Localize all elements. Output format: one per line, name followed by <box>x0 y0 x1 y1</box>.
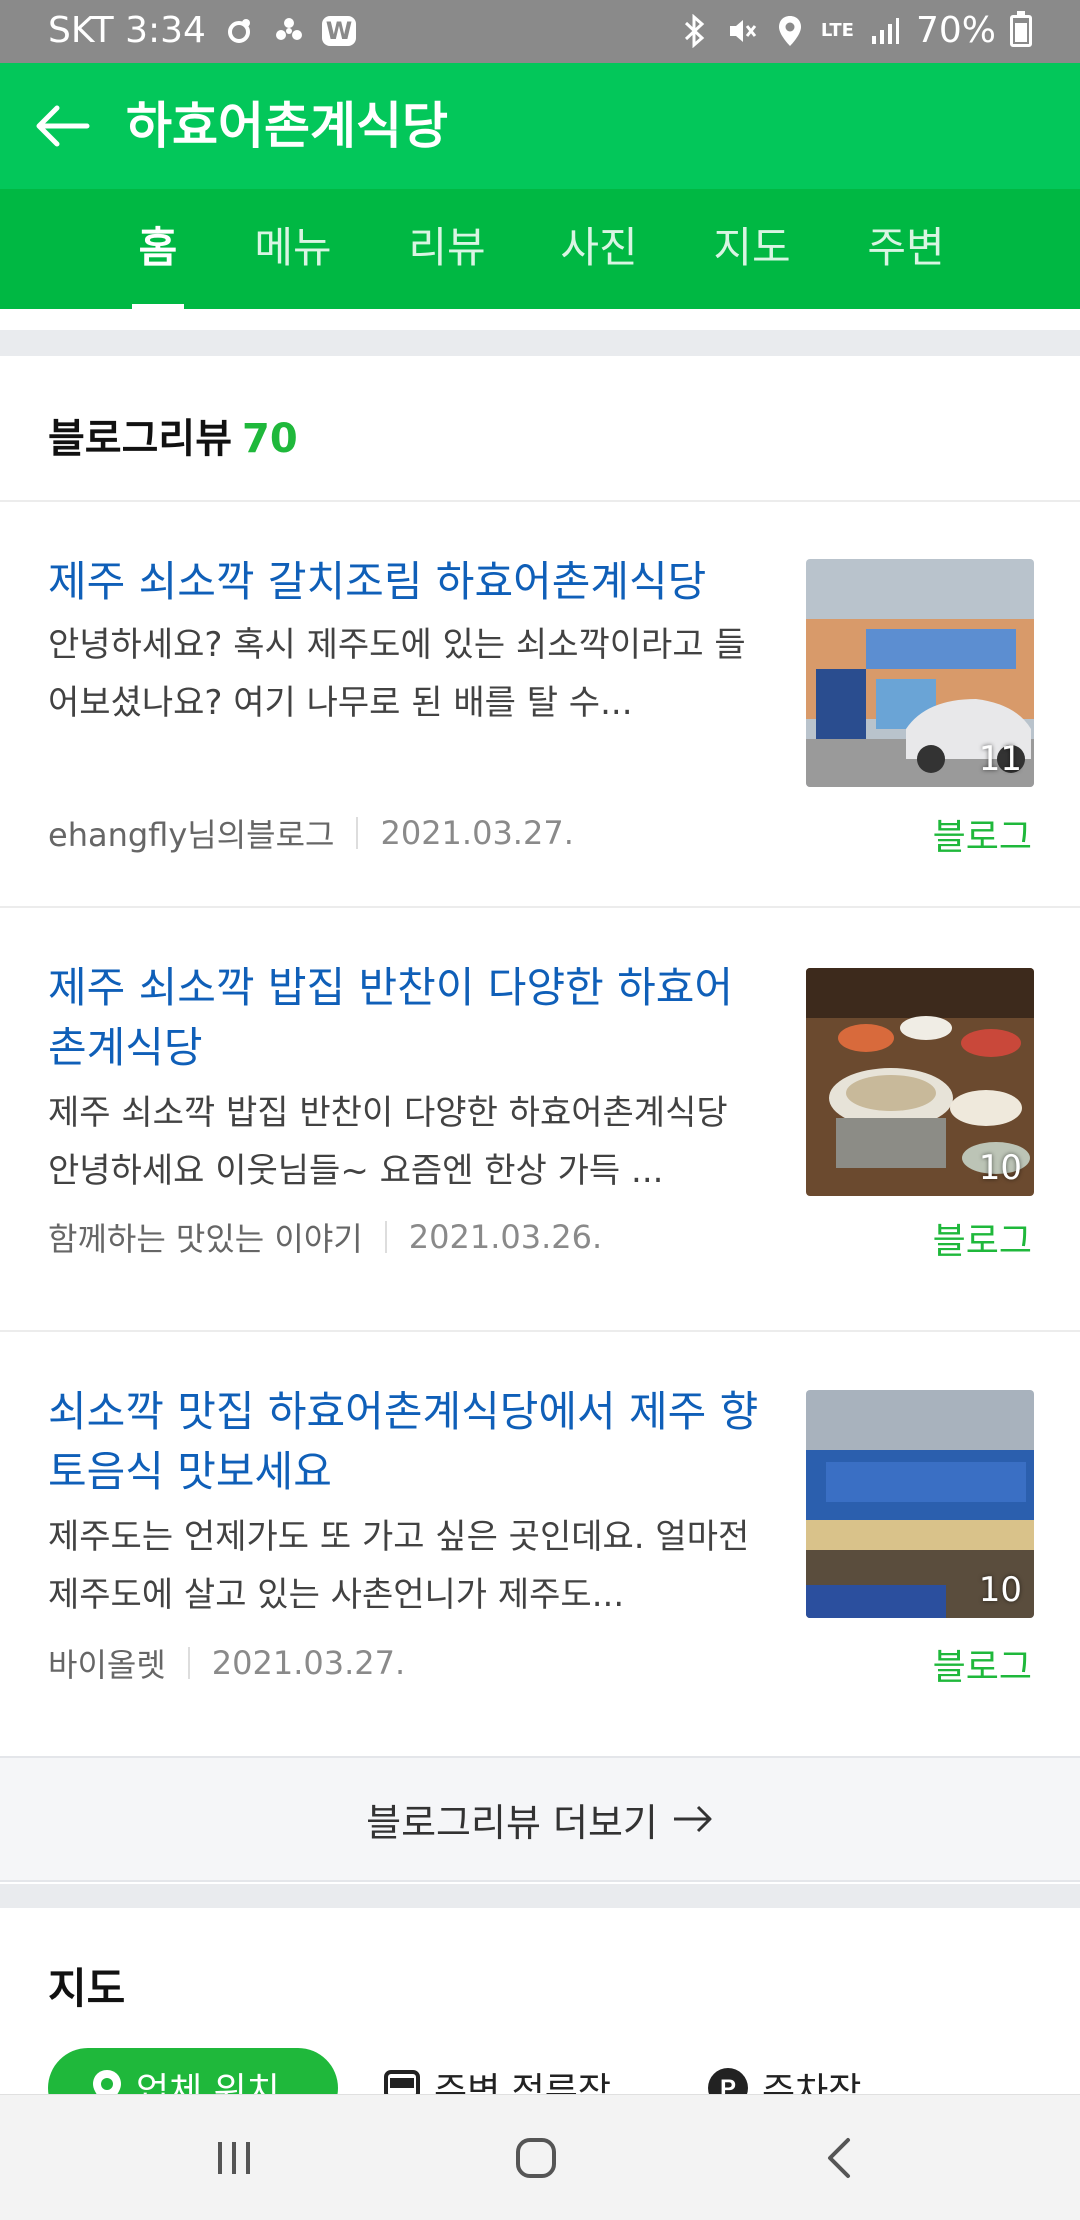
tab-menu[interactable]: 메뉴 <box>233 189 353 309</box>
tab-reviews[interactable]: 리뷰 <box>387 189 507 309</box>
photo-count: 10 <box>978 1148 1022 1188</box>
tab-home[interactable]: 홈 <box>98 189 218 309</box>
post-snippet: 안녕하세요? 혹시 제주도에 있는 쇠소깍이라고 들어보셨나요? 여기 나무로 … <box>48 625 746 723</box>
spacer <box>0 309 1080 312</box>
assistant-icon <box>222 14 256 48</box>
post-author: 함께하는 맛있는 이야기 <box>48 1220 363 1258</box>
post-thumbnail[interactable]: 10 <box>806 968 1034 1196</box>
tab-nearby[interactable]: 주변 <box>846 189 966 309</box>
post-type-label: 블로그 <box>932 1647 1032 1688</box>
section-separator <box>0 1884 1080 1908</box>
blog-post[interactable]: 쇠소깍 맛집 하효어촌계식당에서 제주 향토음식 맛보세요 제주도는 언제가도 … <box>0 1332 1080 1756</box>
post-meta: ehangfly님의블로그 2021.03.27. <box>48 810 574 856</box>
battery-icon <box>1010 10 1032 47</box>
more-blog-reviews-label: 블로그리뷰 더보기 <box>366 1800 658 1845</box>
back-button[interactable] <box>24 91 100 161</box>
page-title: 하효어촌계식당 <box>126 97 448 155</box>
photo-count: 10 <box>978 1570 1022 1610</box>
recent-apps-button[interactable] <box>194 2125 274 2191</box>
post-snippet: 제주도는 언제가도 또 가고 싶은 곳인데요. 얼마전 제주도에 살고 있는 사… <box>48 1517 750 1615</box>
system-back-button[interactable] <box>798 2125 878 2191</box>
meta-separator <box>187 1647 190 1679</box>
blog-review-count: 70 <box>242 416 298 462</box>
app-bar: 하효어촌계식당 <box>0 63 1080 189</box>
post-snippet: 제주 쇠소깍 밥집 반찬이 다양한 하효어촌계식당 안녕하세요 이웃님들~ 요즘… <box>48 1093 728 1191</box>
fan-icon <box>272 14 306 48</box>
photo-count: 11 <box>978 739 1022 779</box>
chevron-left-icon <box>828 2138 850 2178</box>
recent-apps-icon <box>218 2142 250 2174</box>
post-thumbnail[interactable]: 10 <box>806 1390 1034 1618</box>
post-meta: 함께하는 맛있는 이야기 2021.03.26. <box>48 1214 602 1260</box>
blog-review-title: 블로그리뷰 <box>48 416 232 462</box>
tab-map[interactable]: 지도 <box>692 189 812 309</box>
meta-separator <box>356 817 359 849</box>
post-type-label: 블로그 <box>932 817 1032 858</box>
bluetooth-icon <box>677 13 711 48</box>
location-icon <box>773 14 807 48</box>
map-section-title: 지도 <box>48 1964 126 2013</box>
post-meta: 바이올렛 2021.03.27. <box>48 1640 405 1686</box>
section-separator <box>0 330 1080 356</box>
carrier-time: SKT 3:34 <box>48 10 206 51</box>
post-title[interactable]: 제주 쇠소깍 갈치조림 하효어촌계식당 <box>48 552 768 612</box>
blog-post[interactable]: 제주 쇠소깍 밥집 반찬이 다양한 하효어촌계식당 제주 쇠소깍 밥집 반찬이 … <box>0 908 1080 1330</box>
post-author: 바이올렛 <box>48 1646 166 1684</box>
status-bar: SKT 3:34 W LTE 70% <box>0 0 1080 63</box>
back-arrow-icon <box>36 105 90 147</box>
post-title[interactable]: 쇠소깍 맛집 하효어촌계식당에서 제주 향토음식 맛보세요 <box>48 1382 768 1502</box>
tab-photos[interactable]: 사진 <box>539 189 659 309</box>
meta-separator <box>384 1221 387 1253</box>
post-date: 2021.03.26. <box>408 1218 603 1256</box>
home-button[interactable] <box>496 2125 576 2191</box>
post-type-label: 블로그 <box>932 1221 1032 1262</box>
arrow-right-icon <box>673 1805 712 1833</box>
battery-percent: 70% <box>915 10 996 51</box>
tab-bar: 홈 메뉴 리뷰 사진 지도 주변 <box>0 189 1080 309</box>
post-date: 2021.03.27. <box>380 814 574 852</box>
post-date: 2021.03.27. <box>211 1644 406 1682</box>
system-navigation-bar <box>0 2094 1080 2220</box>
mute-icon <box>725 14 759 48</box>
blog-review-header: 블로그리뷰 70 <box>48 406 298 464</box>
post-thumbnail[interactable]: 11 <box>806 559 1034 787</box>
post-author: ehangfly님의블로그 <box>48 816 335 854</box>
more-blog-reviews-button[interactable]: 블로그리뷰 더보기 <box>0 1756 1080 1882</box>
post-title[interactable]: 제주 쇠소깍 밥집 반찬이 다양한 하효어촌계식당 <box>48 958 768 1078</box>
network-label: LTE <box>820 19 854 41</box>
home-icon <box>516 2138 556 2178</box>
app-notification-icon: W <box>321 15 356 46</box>
blog-post[interactable]: 제주 쇠소깍 갈치조림 하효어촌계식당 안녕하세요? 혹시 제주도에 있는 쇠소… <box>0 502 1080 906</box>
signal-icon <box>868 14 902 48</box>
